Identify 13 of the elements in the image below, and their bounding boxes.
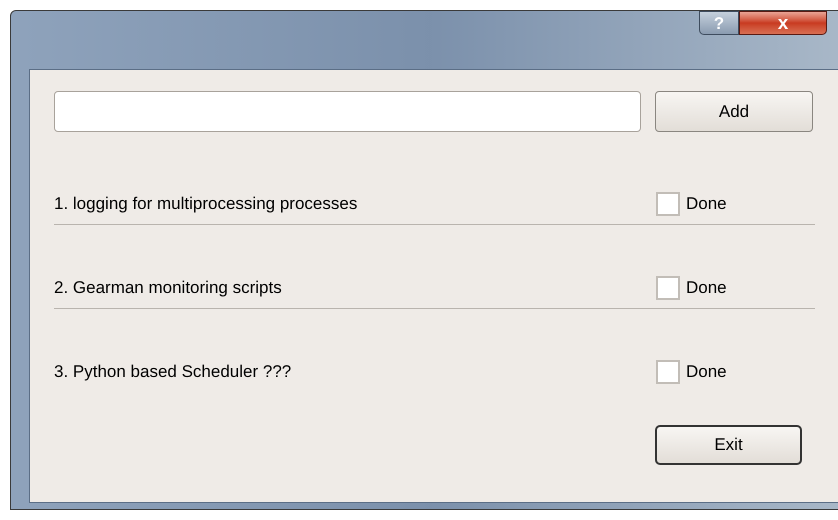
input-field[interactable]: [54, 91, 641, 132]
close-button[interactable]: x: [739, 11, 827, 35]
task-label: 3. Python based Scheduler ???: [54, 361, 292, 384]
task-label: 1. logging for multiprocessing processes: [54, 192, 358, 215]
done-checkbox[interactable]: [656, 360, 680, 384]
done-checkbox[interactable]: [656, 192, 680, 216]
done-label[interactable]: Done: [686, 190, 727, 216]
task-label: 2. Gearman monitoring scripts: [54, 276, 283, 299]
done-label[interactable]: Done: [686, 359, 727, 385]
exit-button[interactable]: Exit: [655, 425, 802, 465]
done-label[interactable]: Done: [686, 274, 727, 300]
add-button[interactable]: Add: [655, 91, 813, 132]
done-checkbox[interactable]: [656, 276, 680, 300]
